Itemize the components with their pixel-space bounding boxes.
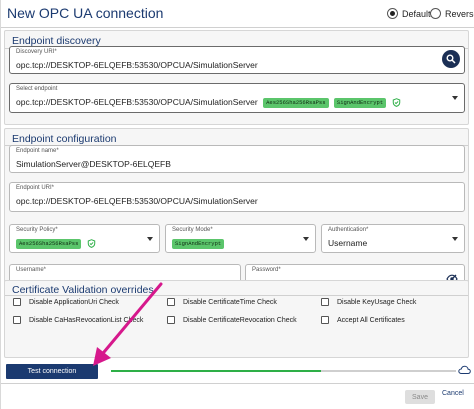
authentication-value: Username <box>328 238 368 248</box>
authentication-label: Authentication* <box>328 227 369 233</box>
chevron-down-icon <box>452 237 458 241</box>
checkbox-icon[interactable] <box>321 316 329 324</box>
security-policy-badge: Aes256Sha256RsaPss <box>16 238 82 249</box>
title-divider <box>1 27 474 28</box>
discovery-uri-label: Discovery URI* <box>16 49 57 55</box>
checkbox-icon[interactable] <box>13 316 21 324</box>
endpoint-uri-label: Endpoint URI* <box>16 185 55 191</box>
authentication-dropdown[interactable]: Authentication* Username <box>321 224 465 253</box>
mode-reverse-radio[interactable]: Reverse <box>430 8 474 19</box>
checkbox-label: Disable CertificateTime Check <box>183 298 277 306</box>
username-label: Username* <box>16 267 47 273</box>
endpoint-configuration-panel: Endpoint configuration Endpoint name* Si… <box>4 128 469 298</box>
select-endpoint-label: Select endpoint <box>16 86 58 92</box>
radio-unselected-icon <box>430 8 441 19</box>
checkbox-disable-cahasrevocationlist[interactable]: Disable CaHasRevocationList Check <box>13 316 143 324</box>
endpoint-uri-value: opc.tcp://DESKTOP-6ELQEFB:53530/OPCUA/Si… <box>16 196 258 206</box>
endpoint-uri-field[interactable]: Endpoint URI* opc.tcp://DESKTOP-6ELQEFB:… <box>9 182 465 212</box>
checkbox-disable-keyusage[interactable]: Disable KeyUsage Check <box>321 298 416 306</box>
dialog-title: New OPC UA connection <box>7 5 164 21</box>
checkbox-label: Disable ApplicationUri Check <box>29 298 119 306</box>
endpoint-discovery-panel: Endpoint discovery Discovery URI* opc.tc… <box>4 30 469 125</box>
certificate-validation-panel: Certificate Validation overrides Disable… <box>4 280 469 358</box>
security-mode-badge: SignAndEncrypt <box>172 238 225 249</box>
mode-reverse-label: Reverse <box>445 8 474 19</box>
security-mode-label: Security Mode* <box>172 227 213 233</box>
select-endpoint-value: opc.tcp://DESKTOP-6ELQEFB:53530/OPCUA/Si… <box>16 97 401 108</box>
chevron-down-icon <box>303 237 309 241</box>
discovery-uri-value: opc.tcp://DESKTOP-6ELQEFB:53530/OPCUA/Si… <box>16 60 258 70</box>
checkbox-icon[interactable] <box>321 298 329 306</box>
discovery-uri-field[interactable]: Discovery URI* opc.tcp://DESKTOP-6ELQEFB… <box>9 46 465 74</box>
endpoint-name-value: SimulationServer@DESKTOP-6ELQEFB <box>16 159 171 169</box>
security-mode-dropdown[interactable]: Security Mode* SignAndEncrypt <box>165 224 316 253</box>
security-mode-value: SignAndEncrypt <box>169 238 225 249</box>
shield-check-icon <box>87 239 96 249</box>
security-mode-badge: SignAndEncrypt <box>333 97 387 108</box>
checkbox-label: Disable CertificateRevocation Check <box>183 316 297 324</box>
checkbox-label: Disable CaHasRevocationList Check <box>29 316 144 324</box>
shield-check-icon <box>392 98 400 108</box>
checkbox-label: Disable KeyUsage Check <box>337 298 417 306</box>
checkbox-label: Accept All Certificates <box>337 316 405 324</box>
security-policy-value: Aes256Sha256RsaPss <box>13 238 96 249</box>
search-icon <box>446 54 456 64</box>
panel-divider <box>5 295 468 296</box>
endpoint-name-label: Endpoint name* <box>16 148 59 154</box>
checkbox-icon[interactable] <box>167 298 175 306</box>
footer-divider <box>1 383 474 384</box>
checkbox-icon[interactable] <box>167 316 175 324</box>
checkbox-accept-all-certificates[interactable]: Accept All Certificates <box>321 316 405 324</box>
security-policy-badge: Aes256Sha256RsaPss <box>263 97 329 108</box>
checkbox-disable-applicationuri[interactable]: Disable ApplicationUri Check <box>13 298 119 306</box>
checkbox-icon[interactable] <box>13 298 21 306</box>
endpoint-name-field[interactable]: Endpoint name* SimulationServer@DESKTOP-… <box>9 145 465 173</box>
save-button[interactable]: Save <box>405 390 435 404</box>
new-connection-dialog: New OPC UA connection Default Reverse En… <box>0 0 474 409</box>
endpoint-configuration-title: Endpoint configuration <box>12 133 117 145</box>
connection-progress-bar <box>111 370 456 372</box>
password-label: Password* <box>252 267 281 273</box>
select-endpoint-uri: opc.tcp://DESKTOP-6ELQEFB:53530/OPCUA/Si… <box>16 97 258 107</box>
radio-selected-icon <box>387 8 398 19</box>
security-policy-dropdown[interactable]: Security Policy* Aes256Sha256RsaPss <box>9 224 160 253</box>
chevron-down-icon <box>452 96 458 100</box>
search-button[interactable] <box>442 50 460 68</box>
select-endpoint-dropdown[interactable]: Select endpoint opc.tcp://DESKTOP-6ELQEF… <box>9 83 465 113</box>
progress-fill <box>111 370 322 372</box>
chevron-down-icon <box>147 237 153 241</box>
mode-default-label: Default <box>402 8 431 19</box>
mode-default-radio[interactable]: Default <box>387 8 431 19</box>
cloud-icon <box>458 365 471 374</box>
checkbox-disable-certificaterevocation[interactable]: Disable CertificateRevocation Check <box>167 316 297 324</box>
security-policy-label: Security Policy* <box>16 227 58 233</box>
cancel-button[interactable]: Cancel <box>442 390 464 397</box>
checkbox-disable-certificatetime[interactable]: Disable CertificateTime Check <box>167 298 277 306</box>
test-connection-button[interactable]: Test connection <box>6 364 98 379</box>
